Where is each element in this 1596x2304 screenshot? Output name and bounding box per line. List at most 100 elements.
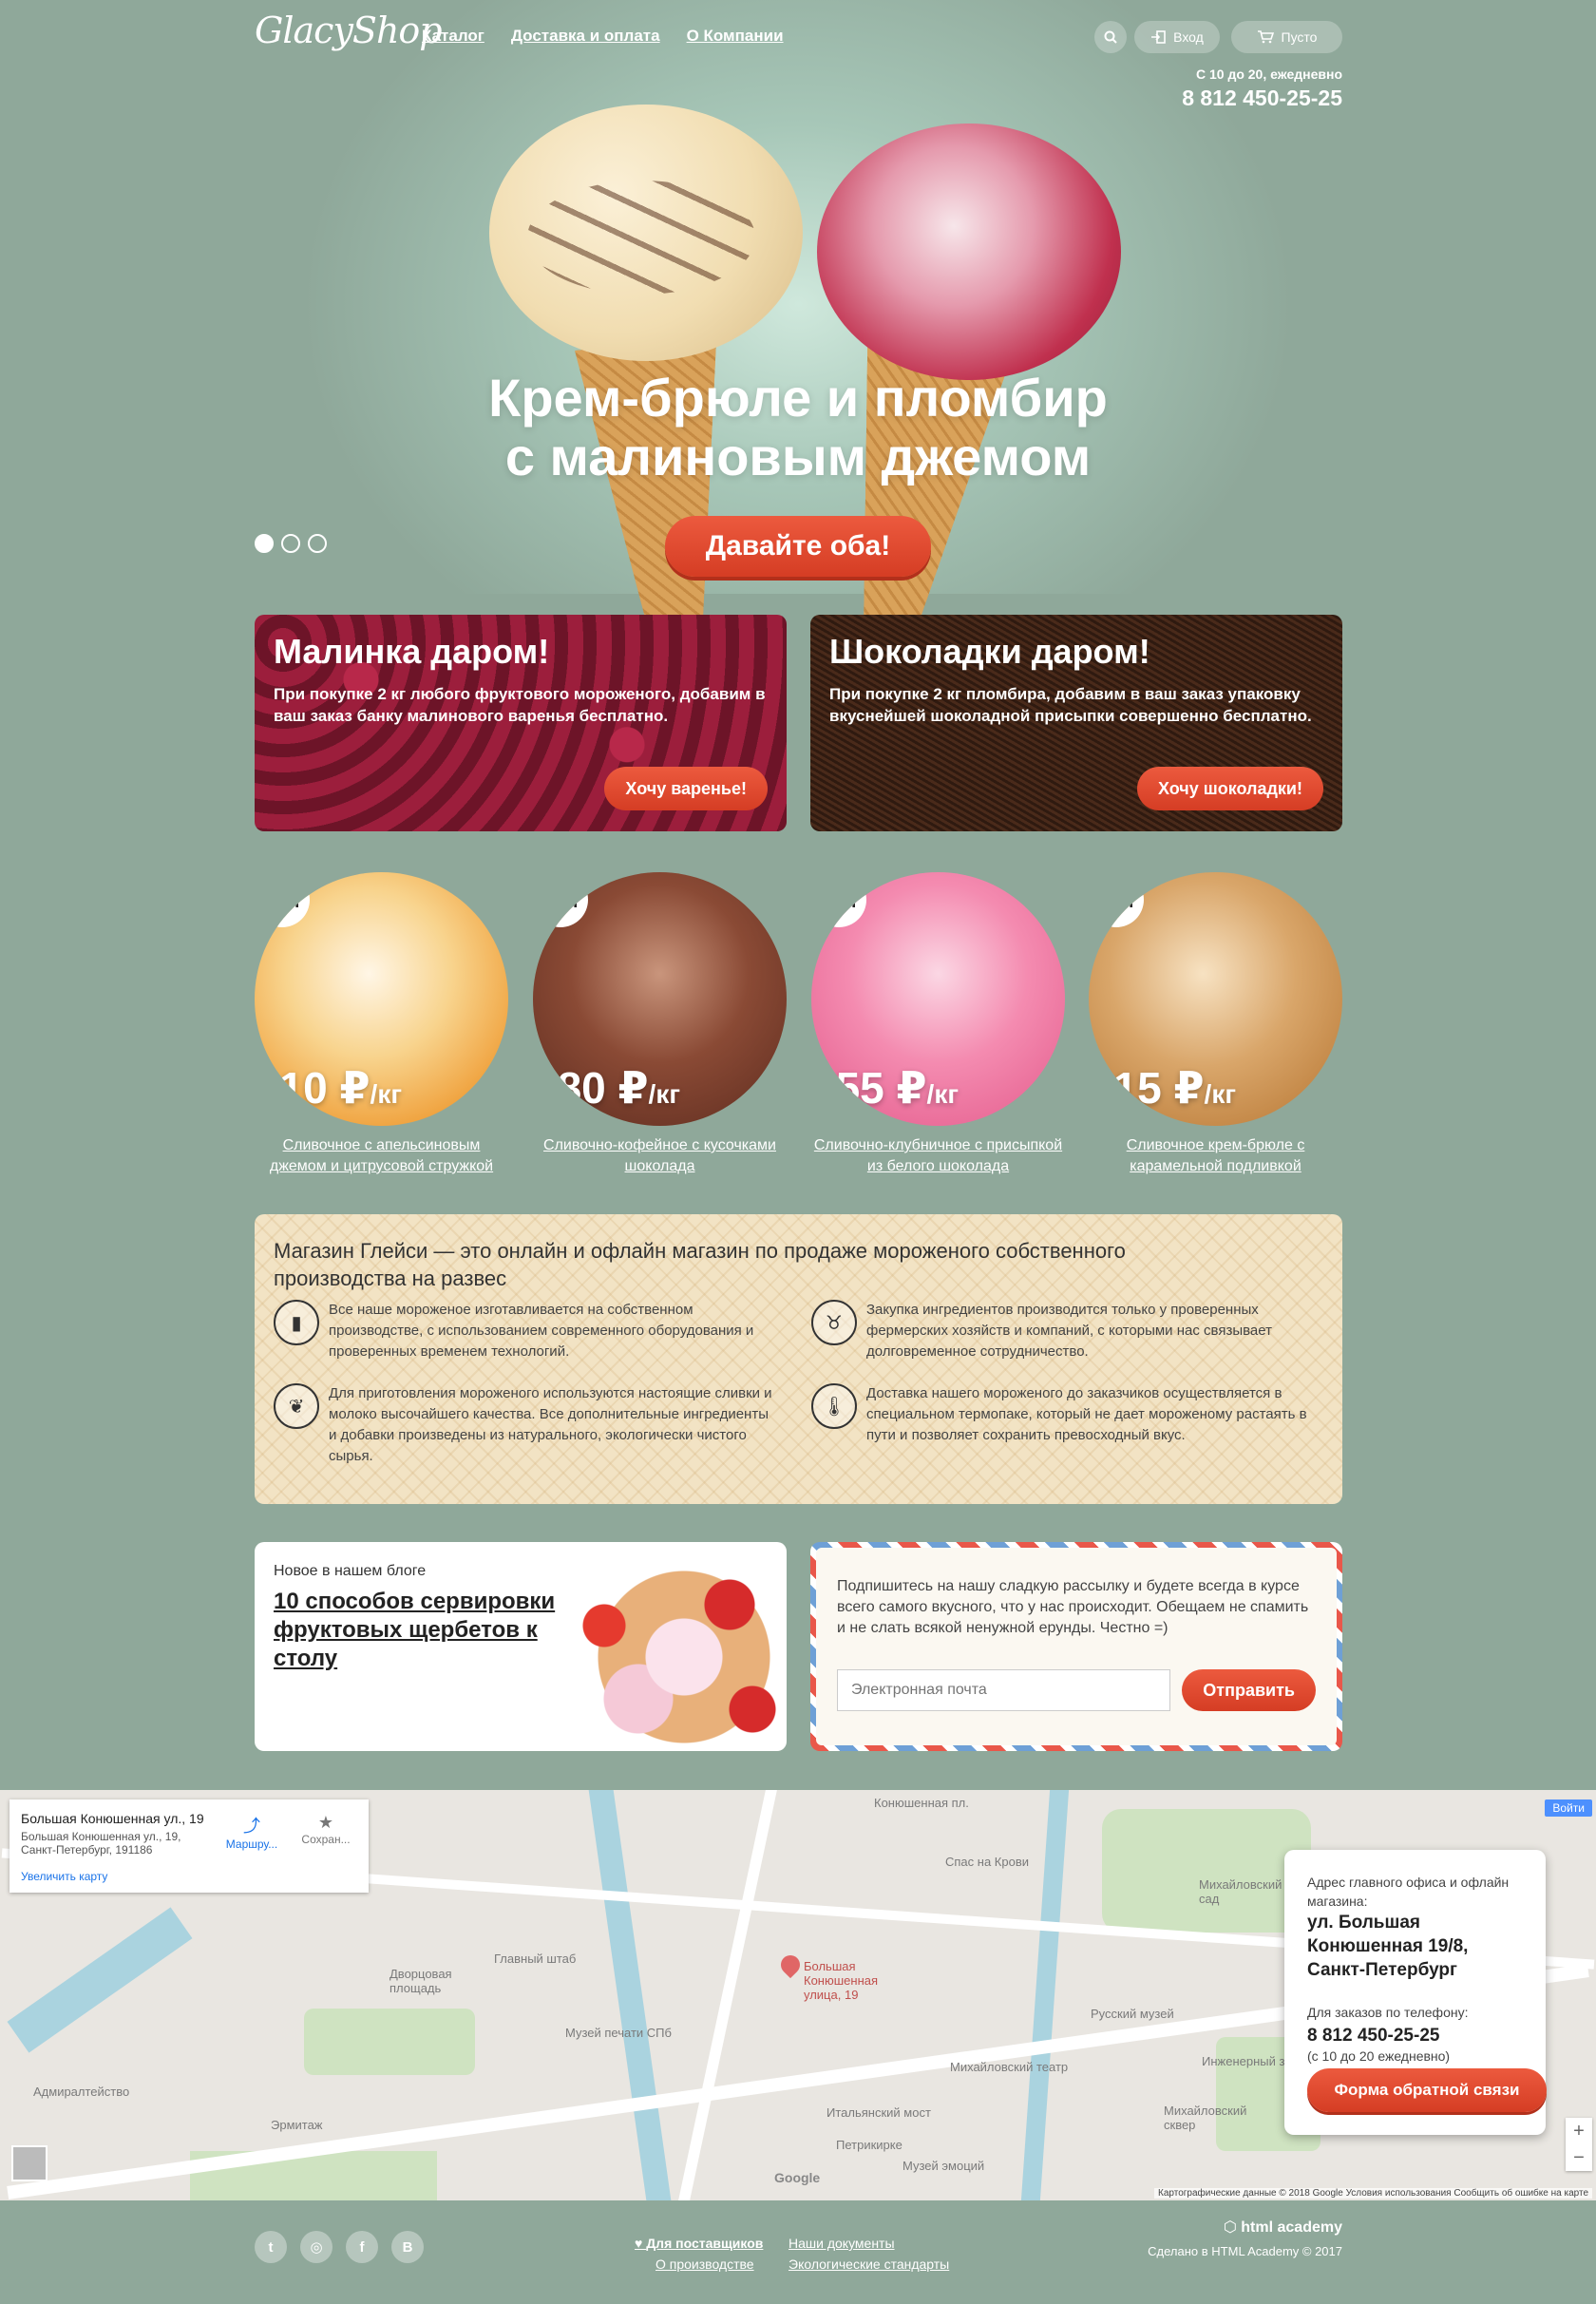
map-signin-button[interactable]: Войти bbox=[1545, 1799, 1592, 1817]
thermometer-icon: 🌡 bbox=[811, 1383, 857, 1429]
sorbet-image bbox=[559, 1542, 787, 1751]
newsletter: Подпишитесь на нашу сладкую рассылку и б… bbox=[810, 1542, 1342, 1751]
slider-dots bbox=[255, 534, 327, 553]
map-label: Итальянский мост bbox=[826, 2105, 931, 2120]
phone-label: Для заказов по телефону: bbox=[1307, 2005, 1469, 2020]
map-label: Михайловский театр bbox=[950, 2060, 1069, 2074]
map-attribution: Картографические данные © 2018 Google Ус… bbox=[1154, 2188, 1592, 2199]
nav-company[interactable]: О Компании bbox=[687, 27, 784, 46]
location-pin-icon[interactable] bbox=[776, 1951, 805, 1979]
contact-card: Адрес главного офиса и офлайн магазина: … bbox=[1284, 1850, 1547, 2135]
product-image[interactable]: ХИТ 415 ₽/кг bbox=[1089, 872, 1342, 1126]
email-input[interactable] bbox=[837, 1669, 1171, 1711]
made-by-text: Сделано в HTML Academy © 2017 bbox=[1148, 2244, 1342, 2258]
search-icon bbox=[1104, 30, 1117, 44]
star-icon: ★ bbox=[317, 1813, 334, 1832]
cart-icon bbox=[1257, 30, 1274, 44]
product-card[interactable]: ХИТ 380 ₽/кг Сливочно-кофейное с кусочка… bbox=[533, 872, 787, 1177]
standards-link[interactable]: Экологические стандарты bbox=[788, 2254, 949, 2275]
instagram-icon[interactable]: ◎ bbox=[300, 2231, 332, 2263]
feedback-form-button[interactable]: Форма обратной связи bbox=[1307, 2068, 1547, 2112]
login-button[interactable]: Вход bbox=[1134, 21, 1220, 53]
map-label: Адмиралтейство bbox=[33, 2085, 130, 2099]
product-image[interactable]: ХИТ 355 ₽/кг bbox=[811, 872, 1065, 1126]
save-place-button[interactable]: ★ Сохран... bbox=[293, 1813, 359, 1846]
nav-delivery[interactable]: Доставка и оплата bbox=[511, 27, 660, 46]
feature-text: Все наше мороженое изготавливается на со… bbox=[329, 1302, 754, 1360]
slider-dot-1[interactable] bbox=[255, 534, 274, 553]
map-label: Главный штаб bbox=[494, 1952, 577, 1966]
address-label: Адрес главного офиса и офлайн магазина: bbox=[1307, 1875, 1510, 1909]
want-chocolate-button[interactable]: Хочу шоколадки! bbox=[1136, 767, 1323, 810]
route-button[interactable]: ⤴ Маршру... bbox=[218, 1813, 285, 1851]
feature-text: Для приготовления мороженого используютс… bbox=[329, 1385, 772, 1464]
nav-catalog[interactable]: Каталог bbox=[422, 27, 484, 46]
leaf-icon: ❦ bbox=[274, 1383, 319, 1429]
feature-text: Доставка нашего мороженого до заказчиков… bbox=[866, 1385, 1307, 1443]
place-address: Большая Конюшенная ул., 19, Санкт-Петерб… bbox=[21, 1830, 181, 1857]
footer-col-documents: Наши документы Экологические стандарты bbox=[788, 2233, 949, 2275]
login-icon bbox=[1151, 30, 1166, 44]
about-section: Магазин Глейси — это онлайн и офлайн маг… bbox=[255, 1214, 1342, 1504]
product-card[interactable]: ХИТ 355 ₽/кг Сливочно-клубничное с присы… bbox=[811, 872, 1065, 1177]
feature-delivery: 🌡 Доставка нашего мороженого до заказчик… bbox=[811, 1383, 1315, 1446]
enlarge-map-link[interactable]: Увеличить карту bbox=[21, 1870, 107, 1883]
documents-link[interactable]: Наши документы bbox=[788, 2233, 949, 2254]
product-card[interactable]: ХИТ 415 ₽/кг Сливочное крем-брюле с кара… bbox=[1089, 872, 1342, 1177]
feature-text: Закупка ингредиентов производится только… bbox=[866, 1302, 1272, 1360]
product-price: 380 ₽/кг bbox=[533, 1063, 681, 1113]
order-phone[interactable]: 8 812 450-25-25 bbox=[1307, 2026, 1523, 2047]
hero-title: Крем-брюле и пломбир с малиновым джемом bbox=[0, 369, 1596, 486]
product-image[interactable]: ХИТ 310 ₽/кг bbox=[255, 872, 508, 1126]
header-phone[interactable]: 8 812 450-25-25 bbox=[1182, 86, 1342, 111]
promo-raspberry: Малинка даром! При покупке 2 кг любого ф… bbox=[255, 615, 787, 831]
blog-card[interactable]: Новое в нашем блоге 10 способов сервиров… bbox=[255, 1542, 787, 1751]
zoom-control[interactable]: + − bbox=[1566, 2118, 1592, 2171]
product-card[interactable]: ХИТ 310 ₽/кг Сливочное с апельсиновым дж… bbox=[255, 872, 508, 1177]
hero-cta-button[interactable]: Давайте оба! bbox=[665, 516, 931, 577]
map-place-card: Большая Конюшенная ул., 19 Большая Конюш… bbox=[10, 1799, 369, 1893]
satellite-toggle[interactable] bbox=[11, 2145, 48, 2181]
hero-title-line-2: с малиновым джемом bbox=[504, 427, 1092, 486]
vk-icon[interactable]: B bbox=[391, 2231, 424, 2263]
logo[interactable]: GlacyShop bbox=[255, 10, 443, 51]
hero bbox=[0, 0, 1596, 594]
want-jam-button[interactable]: Хочу варенье! bbox=[604, 767, 768, 810]
map-label: Петрикирке bbox=[836, 2138, 902, 2152]
subscribe-button[interactable]: Отправить bbox=[1182, 1669, 1316, 1711]
product-link[interactable]: Сливочное с апельсиновым джемом и цитрус… bbox=[255, 1135, 508, 1177]
product-link[interactable]: Сливочно-клубничное с присыпкой из белог… bbox=[811, 1135, 1065, 1177]
product-image[interactable]: ХИТ 380 ₽/кг bbox=[533, 872, 787, 1126]
blog-post-link[interactable]: 10 способов сервировки фруктовых щербето… bbox=[274, 1588, 559, 1673]
facebook-icon[interactable]: f bbox=[346, 2231, 378, 2263]
cart-button[interactable]: Пусто bbox=[1231, 21, 1342, 53]
order-hours: (с 10 до 20 ежедневно) bbox=[1307, 2048, 1451, 2064]
directions-icon: ⤴ bbox=[243, 1817, 260, 1836]
product-price: 310 ₽/кг bbox=[255, 1063, 403, 1113]
footer-col-suppliers: ♥ Для поставщиков О производстве bbox=[635, 2233, 763, 2275]
map-label: Русский музей bbox=[1091, 2007, 1174, 2021]
promo-text: При покупке 2 кг пломбира, добавим в ваш… bbox=[829, 685, 1312, 725]
product-link[interactable]: Сливочно-кофейное с кусочками шоколада bbox=[533, 1135, 787, 1177]
feature-farms: ♉ Закупка ингредиентов производится толь… bbox=[811, 1300, 1315, 1362]
promo-text: При покупке 2 кг любого фруктового морож… bbox=[274, 685, 766, 725]
suppliers-link[interactable]: ♥ Для поставщиков bbox=[635, 2233, 763, 2254]
zoom-out-icon[interactable]: − bbox=[1566, 2144, 1592, 2171]
production-link[interactable]: О производстве bbox=[656, 2254, 763, 2275]
slider-dot-3[interactable] bbox=[308, 534, 327, 553]
twitter-icon[interactable]: t bbox=[255, 2231, 287, 2263]
search-button[interactable] bbox=[1094, 21, 1127, 53]
map-label: Конюшенная пл. bbox=[874, 1796, 969, 1810]
heart-icon: ♥ bbox=[635, 2236, 647, 2251]
promo-title: Шоколадки даром! bbox=[829, 632, 1150, 671]
cow-icon: ♉ bbox=[811, 1300, 857, 1345]
cart-label: Пусто bbox=[1281, 29, 1318, 45]
html-academy-logo[interactable]: ⬡ html academy bbox=[1148, 2218, 1342, 2237]
google-logo: Google bbox=[774, 2170, 821, 2185]
zoom-in-icon[interactable]: + bbox=[1566, 2118, 1592, 2144]
hit-badge: ХИТ bbox=[533, 872, 588, 927]
hit-badge: ХИТ bbox=[811, 872, 866, 927]
work-hours: С 10 до 20, ежедневно bbox=[1195, 67, 1342, 82]
slider-dot-2[interactable] bbox=[281, 534, 300, 553]
product-link[interactable]: Сливочное крем-брюле с карамельной подли… bbox=[1089, 1135, 1342, 1177]
